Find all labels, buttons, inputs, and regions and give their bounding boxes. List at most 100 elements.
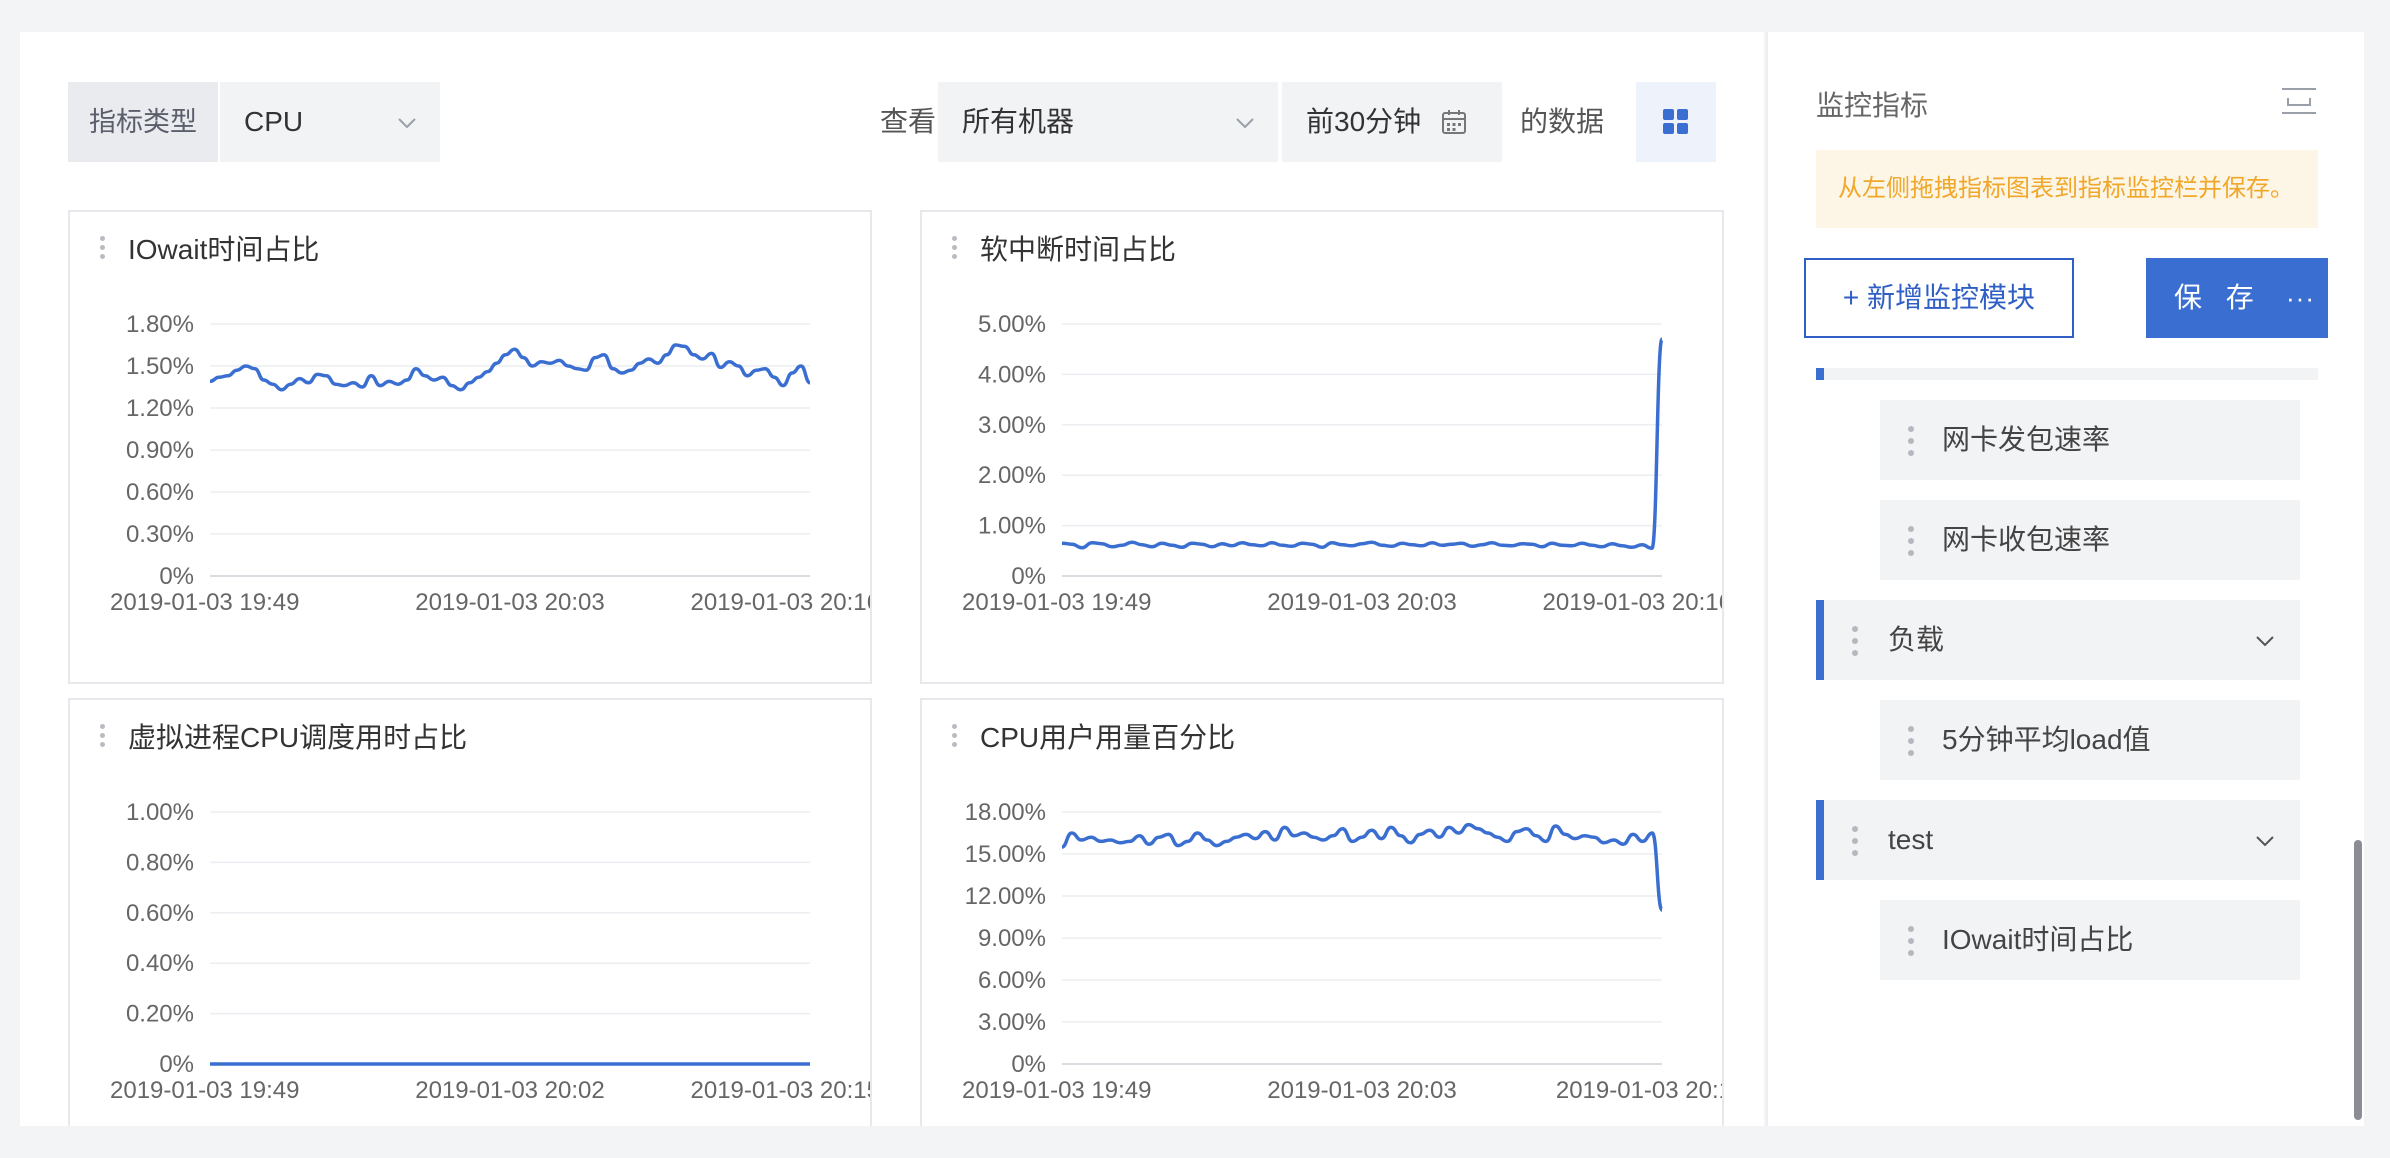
metric-type-value: CPU xyxy=(244,106,304,137)
chevron-down-icon[interactable] xyxy=(2254,630,2276,652)
monitor-group-load[interactable]: 负载 xyxy=(1816,600,2300,680)
drag-handle-icon[interactable] xyxy=(1852,826,1858,856)
more-options-button[interactable]: ··· xyxy=(2286,258,2315,338)
y-tick-label: 0.80% xyxy=(126,849,194,876)
y-tick-label: 0% xyxy=(159,563,194,590)
time-range-picker[interactable]: 前30分钟 xyxy=(1282,82,1502,162)
drag-handle-icon[interactable] xyxy=(1908,926,1914,956)
drag-handle-icon[interactable] xyxy=(1908,726,1914,756)
y-tick-label: 18.00% xyxy=(965,799,1046,826)
monitor-item-label: 5分钟平均load值 xyxy=(1942,724,2151,755)
x-tick-label: 2019-01-03 19:49 xyxy=(962,1077,1152,1104)
x-tick-label: 2019-01-03 20:15 xyxy=(691,1077,871,1104)
y-tick-label: 0.60% xyxy=(126,479,194,506)
y-tick-label: 0% xyxy=(1011,563,1046,590)
x-tick-label: 2019-01-03 20:1 xyxy=(1556,1077,1722,1104)
save-button-label: 保 存 xyxy=(2174,282,2262,313)
y-tick-label: 15.00% xyxy=(965,841,1046,868)
save-button[interactable]: 保 存 ··· xyxy=(2146,258,2328,338)
chart-title: 虚拟进程CPU调度用时占比 xyxy=(128,722,468,753)
filter-toolbar: 指标类型 CPU 查看 所有机器 前30分钟 的数据 xyxy=(68,82,1716,162)
y-tick-label: 0.40% xyxy=(126,950,194,977)
y-tick-label: 6.00% xyxy=(978,967,1046,994)
chart-steal: 0% 0.20% 0.40% 0.60% 0.80% 1.00% 2019-01-03 19… xyxy=(110,799,871,1104)
chart-iowait: 0% 0.30% 0.60% 0.90% 1.20% 1.50% 1.80% 2019-01-… xyxy=(110,311,871,616)
y-tick-label: 0.20% xyxy=(126,1001,194,1028)
grid-view-button[interactable] xyxy=(1636,82,1716,162)
x-tick-label: 2019-01-03 19:49 xyxy=(110,589,300,616)
chart-dashboard: 指标类型 CPU 查看 所有机器 前30分钟 的数据 0% 0.30% 0.60… xyxy=(20,32,1764,1126)
clipped-group-item xyxy=(1816,368,2318,380)
monitor-item-label: IOwait时间占比 xyxy=(1942,924,2134,955)
chart-cpu-user: 0% 3.00% 6.00% 9.00% 12.00% 15.00% 18.00% 2019-… xyxy=(962,799,1722,1104)
x-tick-label: 2019-01-03 20:16 xyxy=(691,589,871,616)
monitor-group-test[interactable]: test xyxy=(1816,800,2300,880)
y-tick-label: 1.20% xyxy=(126,395,194,422)
y-tick-label: 0.90% xyxy=(126,437,194,464)
monitor-item-label: 网卡收包速率 xyxy=(1942,524,2111,555)
chart-card-iowait[interactable]: 0% 0.30% 0.60% 0.90% 1.20% 1.50% 1.80% 2019-01-… xyxy=(68,210,872,684)
panel-title: 监控指标 xyxy=(1816,90,1929,121)
drag-handle-icon[interactable] xyxy=(1852,626,1858,656)
monitor-item[interactable]: IOwait时间占比 xyxy=(1880,900,2300,980)
y-tick-label: 9.00% xyxy=(978,925,1046,952)
drag-handle-icon[interactable] xyxy=(100,724,106,748)
y-tick-label: 4.00% xyxy=(978,361,1046,388)
metric-type-label: 指标类型 xyxy=(68,82,218,162)
chevron-down-icon xyxy=(1236,118,1254,129)
drag-handle-icon[interactable] xyxy=(952,236,958,260)
chart-card-steal[interactable]: 0% 0.20% 0.40% 0.60% 0.80% 1.00% 2019-01-03 19… xyxy=(68,698,872,1126)
machine-select[interactable]: 所有机器 xyxy=(938,82,1278,162)
series-line xyxy=(209,343,811,392)
chevron-down-icon[interactable] xyxy=(2254,830,2276,852)
data-suffix-label: 的数据 xyxy=(1520,106,1605,137)
monitor-panel: 监控指标 从左侧拖拽指标图表到指标监控栏并保存。 + 新增监控模块 保 存 ··… xyxy=(1766,32,2364,1126)
drag-handle-icon[interactable] xyxy=(1908,526,1914,556)
y-tick-label: 0% xyxy=(1011,1051,1046,1078)
time-range-value: 前30分钟 xyxy=(1306,106,1422,137)
chart-title: CPU用户用量百分比 xyxy=(980,722,1236,753)
x-tick-label: 2019-01-03 20:16 xyxy=(1543,589,1723,616)
drag-handle-icon[interactable] xyxy=(1908,426,1914,456)
y-tick-label: 12.00% xyxy=(965,883,1046,910)
series-line xyxy=(1061,337,1664,551)
add-module-button[interactable]: + 新增监控模块 xyxy=(1804,258,2074,338)
calendar-icon xyxy=(1442,110,1466,134)
monitor-item[interactable]: 网卡发包速率 xyxy=(1880,400,2300,480)
y-tick-label: 0.60% xyxy=(126,900,194,927)
view-label: 查看 xyxy=(880,106,937,137)
y-tick-label: 5.00% xyxy=(978,311,1046,338)
chevron-down-icon xyxy=(398,118,416,129)
x-tick-label: 2019-01-03 20:03 xyxy=(1267,1077,1457,1104)
x-tick-label: 2019-01-03 19:49 xyxy=(962,589,1152,616)
x-tick-label: 2019-01-03 20:03 xyxy=(415,589,605,616)
machine-select-value: 所有机器 xyxy=(962,106,1075,137)
chart-title: IOwait时间占比 xyxy=(128,234,320,265)
panel-scrollbar[interactable] xyxy=(2354,840,2362,1120)
chart-title: 软中断时间占比 xyxy=(980,234,1177,265)
drag-hint: 从左侧拖拽指标图表到指标监控栏并保存。 xyxy=(1816,150,2318,228)
x-tick-label: 2019-01-03 20:02 xyxy=(415,1077,605,1104)
y-tick-label: 1.00% xyxy=(126,799,194,826)
series-line xyxy=(1061,822,1664,912)
y-tick-label: 3.00% xyxy=(978,412,1046,439)
monitor-item-label: 网卡发包速率 xyxy=(1942,424,2111,455)
y-tick-label: 2.00% xyxy=(978,462,1046,489)
chart-card-softirq[interactable]: 0% 1.00% 2.00% 3.00% 4.00% 5.00% 2019-01-03 19… xyxy=(920,210,1724,684)
y-tick-label: 1.80% xyxy=(126,311,194,338)
collapse-icon[interactable] xyxy=(2282,88,2316,116)
drag-handle-icon[interactable] xyxy=(952,724,958,748)
y-tick-label: 3.00% xyxy=(978,1009,1046,1036)
drag-handle-icon[interactable] xyxy=(100,236,106,260)
y-tick-label: 1.50% xyxy=(126,353,194,380)
x-tick-label: 2019-01-03 19:49 xyxy=(110,1077,300,1104)
metric-type-select[interactable]: CPU xyxy=(220,82,440,162)
x-tick-label: 2019-01-03 20:03 xyxy=(1267,589,1457,616)
monitor-group-label: 负载 xyxy=(1888,624,1945,655)
y-tick-label: 1.00% xyxy=(978,513,1046,540)
chart-softirq: 0% 1.00% 2.00% 3.00% 4.00% 5.00% 2019-01-03 19… xyxy=(962,311,1723,616)
monitor-group-label: test xyxy=(1888,824,1934,855)
monitor-item[interactable]: 5分钟平均load值 xyxy=(1880,700,2300,780)
monitor-item[interactable]: 网卡收包速率 xyxy=(1880,500,2300,580)
chart-card-cpu-user[interactable]: 0% 3.00% 6.00% 9.00% 12.00% 15.00% 18.00% 2019-… xyxy=(920,698,1724,1126)
